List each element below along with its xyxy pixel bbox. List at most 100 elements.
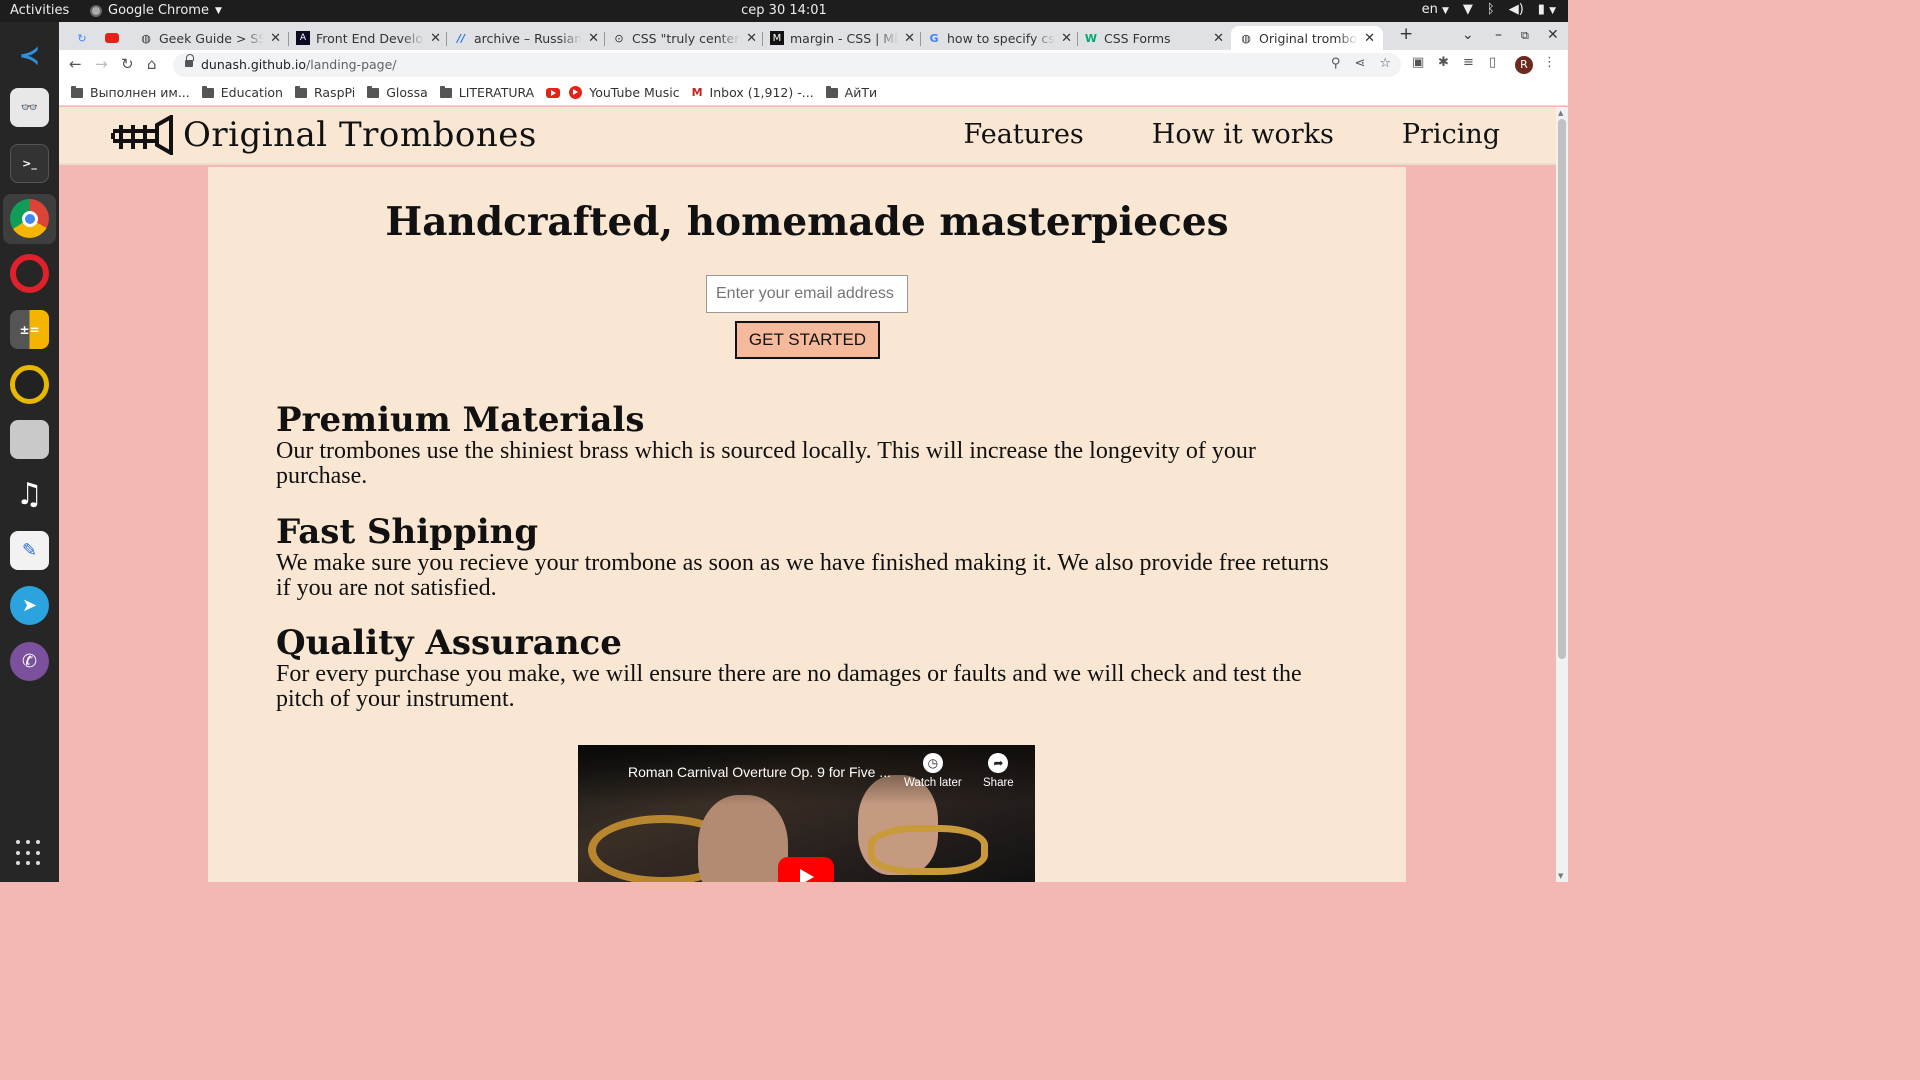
zoom-icon[interactable]: ⚲ xyxy=(1331,56,1341,71)
calculator-icon[interactable]: ±= xyxy=(10,310,49,349)
email-input[interactable] xyxy=(706,275,908,313)
volume-icon: ◀) xyxy=(1508,2,1524,17)
tab-6[interactable]: Mmargin - CSS | MDN ✕ xyxy=(770,26,915,50)
telegram-icon[interactable]: ➤ xyxy=(10,586,49,625)
music-icon[interactable]: ♫ xyxy=(10,475,49,514)
tab-2[interactable]: ◍ Geek Guide > SSH: ✕ xyxy=(139,26,281,50)
clock-icon: ◷ xyxy=(922,753,943,773)
watch-later-button[interactable]: ◷ Watch later xyxy=(904,753,962,789)
close-window-icon[interactable]: ✕ xyxy=(1547,27,1559,43)
close-icon[interactable]: ✕ xyxy=(270,31,281,46)
page-scrollbar[interactable]: ▲ ▼ xyxy=(1556,107,1568,882)
tab-4[interactable]: // archive – Russian t ✕ xyxy=(454,26,599,50)
close-icon[interactable]: ✕ xyxy=(1061,31,1072,46)
extensions-puzzle-icon[interactable]: ✱ xyxy=(1438,55,1449,70)
media-control-icon[interactable]: ≡ xyxy=(1463,55,1474,70)
feature-premium-materials: Premium Materials Our trombones use the … xyxy=(276,401,1346,489)
more-menu-icon[interactable]: ⋮ xyxy=(1543,55,1556,70)
document-viewer-icon[interactable]: 👓 xyxy=(10,88,49,127)
bookmark-folder-2[interactable]: RaspPi xyxy=(294,85,355,100)
wifi-icon: ▼ xyxy=(1462,2,1473,17)
folder-icon xyxy=(439,85,452,98)
tab-9-active[interactable]: ◍ Original trombone ✕ xyxy=(1231,26,1383,50)
tab-separator xyxy=(446,32,447,46)
bookmark-folder-4[interactable]: LITERATURA xyxy=(439,85,535,100)
language-indicator[interactable]: en ▼ xyxy=(1422,2,1449,17)
close-icon[interactable]: ✕ xyxy=(1364,31,1375,46)
bookmark-folder-8[interactable]: АйТи xyxy=(825,85,877,100)
side-panel-icon[interactable]: ▯ xyxy=(1489,55,1496,70)
tab-5[interactable]: ⊙ CSS "truly center" a ✕ xyxy=(612,26,757,50)
scroll-up-icon[interactable]: ▲ xyxy=(1558,109,1563,117)
forward-icon[interactable]: → xyxy=(95,55,108,73)
show-applications-icon[interactable] xyxy=(16,840,42,866)
reload-icon[interactable]: ↻ xyxy=(121,55,134,73)
w3schools-icon: W xyxy=(1084,31,1098,45)
tab-0[interactable]: ↻ xyxy=(75,26,89,50)
feature-text: For every purchase you make, we will ens… xyxy=(276,661,1302,712)
chrome-icon[interactable] xyxy=(10,199,49,238)
text-editor-icon[interactable]: ✎ xyxy=(10,531,49,570)
terminal-icon[interactable]: >_ xyxy=(10,144,49,183)
close-icon[interactable]: ✕ xyxy=(1213,31,1224,46)
codepen-icon: ⊙ xyxy=(614,31,624,45)
bookmark-star-icon[interactable]: ☆ xyxy=(1379,56,1391,71)
scrollbar-thumb[interactable] xyxy=(1558,119,1566,659)
bookmark-youtube-music[interactable]: YouTube Music xyxy=(569,85,680,100)
folder-icon xyxy=(367,85,380,98)
files-icon[interactable] xyxy=(10,420,49,459)
home-icon[interactable]: ⌂ xyxy=(147,55,157,73)
close-icon[interactable]: ✕ xyxy=(588,31,599,46)
restore-icon[interactable]: ⧉ xyxy=(1521,29,1529,43)
chrome-icon xyxy=(90,4,102,17)
bookmark-folder-3[interactable]: Glossa xyxy=(367,85,428,100)
bookmark-folder-1[interactable]: Education xyxy=(201,85,283,100)
rhythmbox-icon[interactable] xyxy=(10,365,49,404)
nav-link-how-it-works[interactable]: How it works xyxy=(1152,119,1334,150)
folder-icon xyxy=(825,85,838,98)
nav-link-pricing[interactable]: Pricing xyxy=(1402,119,1500,150)
youtube-video-embed[interactable]: Roman Carnival Overture Op. 9 for Five .… xyxy=(578,745,1035,882)
site-logo[interactable]: Original Trombones xyxy=(111,115,537,155)
video-title[interactable]: Roman Carnival Overture Op. 9 for Five .… xyxy=(628,764,891,780)
nav-link-features[interactable]: Features xyxy=(963,119,1083,150)
clock[interactable]: сер 30 14:01 xyxy=(0,3,1568,18)
play-button[interactable] xyxy=(778,857,834,882)
bookmark-gmail[interactable]: M Inbox (1,912) -... xyxy=(692,85,814,100)
tab-1[interactable] xyxy=(105,26,123,50)
new-tab-icon[interactable]: + xyxy=(1399,24,1413,44)
folder-icon xyxy=(294,85,307,98)
trombone-logo-icon xyxy=(111,115,173,155)
close-icon[interactable]: ✕ xyxy=(430,31,441,46)
vscode-icon[interactable]: ≺ xyxy=(10,36,49,75)
system-top-bar: Activities Google Chrome ▼ сер 30 14:01 … xyxy=(0,0,1568,22)
bookmark-label: LITERATURA xyxy=(458,85,535,100)
profile-avatar[interactable]: R xyxy=(1515,56,1533,74)
tab-3[interactable]: A Front End Develop ✕ xyxy=(296,26,441,50)
feature-quality-assurance: Quality Assurance For every purchase you… xyxy=(276,624,1346,712)
feature-text: Our trombones use the shiniest brass whi… xyxy=(276,438,1256,489)
get-started-button[interactable]: GET STARTED xyxy=(735,321,880,359)
tab-7[interactable]: Ghow to specify css ✕ xyxy=(927,26,1072,50)
app-menu-label: Google Chrome xyxy=(108,3,209,18)
tab-search-icon[interactable]: ⌄ xyxy=(1462,27,1474,43)
opera-icon[interactable] xyxy=(10,254,49,293)
extension-icon[interactable]: ▣ xyxy=(1412,55,1424,70)
scroll-down-icon[interactable]: ▼ xyxy=(1558,872,1563,880)
system-tray[interactable]: en ▼ ▼ ᛒ ◀) ▮ ▼ xyxy=(1422,2,1556,17)
share-button[interactable]: ➦ Share xyxy=(983,753,1014,789)
back-icon[interactable]: ← xyxy=(69,55,82,73)
activities-button[interactable]: Activities xyxy=(10,3,69,18)
minimize-icon[interactable]: – xyxy=(1495,27,1502,43)
close-icon[interactable]: ✕ xyxy=(746,31,757,46)
app-menu[interactable]: Google Chrome ▼ xyxy=(90,3,222,18)
share-icon[interactable]: ⋖ xyxy=(1354,56,1365,71)
site-nav: Features How it works Pricing xyxy=(963,119,1500,150)
bookmark-folder-0[interactable]: Выполнен им... xyxy=(71,85,190,100)
bookmark-youtube[interactable] xyxy=(546,87,567,98)
url-text: dunash.github.io/landing-page/ xyxy=(201,57,397,72)
viber-icon[interactable]: ✆ xyxy=(10,642,49,681)
address-bar[interactable]: dunash.github.io/landing-page/ ⚲ ⋖ ☆ xyxy=(173,53,1401,77)
tab-8[interactable]: W CSS Forms ✕ xyxy=(1084,26,1224,50)
close-icon[interactable]: ✕ xyxy=(904,31,915,46)
